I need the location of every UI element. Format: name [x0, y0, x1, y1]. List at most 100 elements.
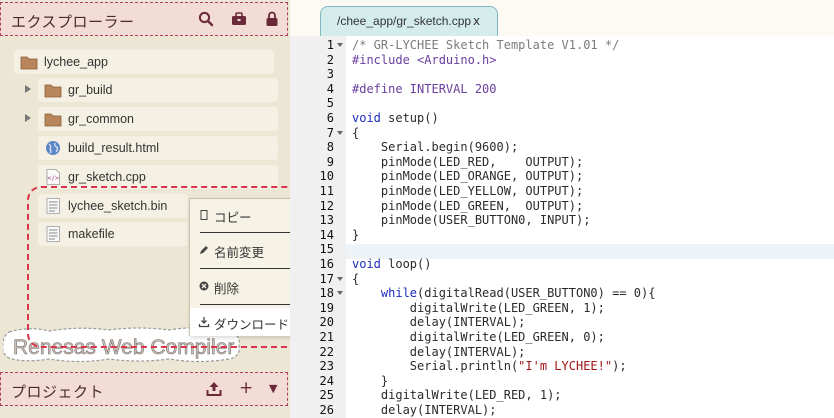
delete-icon [199, 281, 209, 291]
code-line: pinMode(LED_ORANGE, OUTPUT); [352, 169, 583, 184]
code-token: } [352, 373, 389, 388]
code-line: delay(INTERVAL); [352, 403, 497, 418]
search-icon[interactable] [197, 10, 215, 28]
tree-item-gr-common[interactable]: gr_common [38, 107, 278, 131]
line-number: 4 [326, 81, 334, 96]
fold-arrow-icon[interactable] [337, 290, 343, 296]
code-line: Serial.begin(9600); [352, 140, 518, 155]
code-line: pinMode(LED_GREEN, OUTPUT); [352, 199, 583, 214]
code-line: #define INTERVAL 200 [352, 82, 497, 97]
context-menu-rename-label: 名前変更 [214, 245, 265, 260]
code-line: { [352, 126, 359, 141]
fold-arrow-icon[interactable] [337, 276, 343, 282]
code-token: pinMode(LED_ORANGE, OUTPUT); [352, 169, 584, 184]
tree-item-label: lychee_app [44, 55, 108, 69]
tree-item-label: build_result.html [68, 141, 160, 155]
fold-arrow-icon[interactable] [337, 42, 343, 48]
line-number: 24 [319, 373, 334, 388]
line-number: 3 [326, 67, 334, 82]
editor-tab[interactable]: /chee_app/gr_sketch.cpp x [320, 6, 498, 36]
caret-right-icon[interactable] [24, 84, 32, 94]
code-line: /* GR-LYCHEE Sketch Template V1.01 */ [352, 38, 619, 53]
editor-tab-label: /chee_app/gr_sketch.cpp [337, 14, 472, 28]
line-number: 1 [326, 38, 334, 52]
code-token: Serial.println( [352, 359, 519, 374]
code-token: Serial.begin(9600); [352, 140, 519, 155]
project-header: プロジェクト + ▼ [0, 372, 288, 406]
caret-right-icon[interactable] [24, 113, 32, 123]
code-token: digitalWrite(LED_GREEN, 1); [352, 300, 605, 315]
code-token: } [352, 227, 360, 242]
context-menu-download-label: ダウンロード [214, 317, 290, 332]
tree-item-label: gr_build [68, 83, 113, 97]
code-token: delay(INTERVAL); [352, 344, 526, 359]
code-line: void loop() [352, 257, 431, 272]
line-number: 2 [326, 52, 334, 67]
folder-icon [20, 54, 38, 70]
code-line: } [352, 374, 388, 389]
code-line: digitalWrite(LED_GREEN, 1); [352, 301, 605, 316]
line-number: 11 [319, 184, 334, 198]
code-line: while(digitalRead(USER_BUTTON0) == 0){ [352, 286, 656, 301]
code-line: } [352, 228, 359, 243]
code-token: delay(INTERVAL); [352, 315, 526, 330]
tree-item-lychee-app[interactable]: lychee_app [14, 50, 274, 74]
line-number: 6 [326, 111, 334, 125]
editor-tab-bar: /chee_app/gr_sketch.cpp x [290, 0, 834, 36]
line-number: 19 [319, 300, 334, 315]
line-number: 7 [326, 125, 334, 140]
line-number: 15 [319, 242, 334, 257]
line-number: 18 [319, 286, 334, 301]
line-number: 20 [319, 315, 334, 330]
code-line: digitalWrite(LED_RED, 1); [352, 388, 562, 403]
folder-icon [44, 111, 62, 127]
code-line: #include <Arduino.h> [352, 53, 497, 68]
close-icon[interactable]: x [473, 14, 480, 28]
code-token: ); [612, 359, 627, 374]
code-line: Serial.println("I'm LYCHEE!"); [352, 359, 627, 374]
plus-icon[interactable]: + [239, 378, 257, 398]
code-token: setup() [380, 111, 439, 125]
line-number: 9 [326, 154, 334, 169]
code-token: digitalWrite(LED_GREEN, 0); [352, 330, 605, 344]
line-number: 26 [319, 403, 334, 417]
code-token: delay(INTERVAL); [352, 403, 497, 417]
explorer-header: エクスプローラー [0, 2, 288, 36]
copy-icon [200, 210, 208, 220]
tree-item-build-result[interactable]: build_result.html [38, 136, 278, 160]
code-token: while [380, 286, 418, 301]
line-number: 14 [319, 227, 334, 242]
code-token: digitalWrite(LED_RED, 1); [352, 388, 562, 403]
upload-icon[interactable] [205, 380, 223, 398]
toolbox-icon[interactable] [230, 10, 248, 28]
fold-arrow-icon[interactable] [337, 130, 343, 136]
lock-icon[interactable] [263, 10, 281, 28]
code-token: (digitalRead(USER_BUTTON0) == 0){ [417, 286, 656, 301]
context-menu-copy-label: コピー [214, 210, 252, 225]
line-number: 16 [319, 257, 334, 271]
svg-text:</>: </> [47, 174, 59, 182]
download-icon [198, 317, 210, 328]
tree-item-label: gr_common [68, 112, 134, 126]
line-number: 8 [326, 140, 334, 155]
code-token: #include <Arduino.h> [352, 52, 497, 67]
line-number-gutter: 1 2 3 4 5 6 7 8 9 10 11 12 13 14 15 16 17 18 19 20 21 22 23 24 2… [290, 36, 346, 418]
code-editor[interactable]: /* GR-LYCHEE Sketch Template V1.01 */#in… [346, 36, 834, 418]
line-number: 12 [319, 198, 334, 213]
tree-item-gr-build[interactable]: gr_build [38, 78, 278, 102]
code-line: delay(INTERVAL); [352, 315, 526, 330]
line-number: 17 [319, 271, 334, 286]
folder-icon [44, 82, 62, 98]
line-number: 22 [319, 344, 334, 359]
code-token: void [352, 111, 381, 125]
explorer-panel: エクスプローラー lychee_app gr_build gr_common b… [0, 0, 341, 418]
explorer-title: エクスプローラー [11, 13, 135, 31]
code-token: #define INTERVAL 200 [352, 81, 497, 96]
code-token: pinMode(LED_YELLOW, OUTPUT); [352, 184, 584, 198]
dropdown-icon[interactable]: ▼ [269, 382, 287, 400]
globe-icon [44, 140, 62, 156]
code-token: "I'm LYCHEE!" [518, 359, 613, 374]
context-menu-delete-label: 削除 [214, 281, 240, 296]
code-token: pinMode(USER_BUTTON0, INPUT); [352, 213, 591, 228]
